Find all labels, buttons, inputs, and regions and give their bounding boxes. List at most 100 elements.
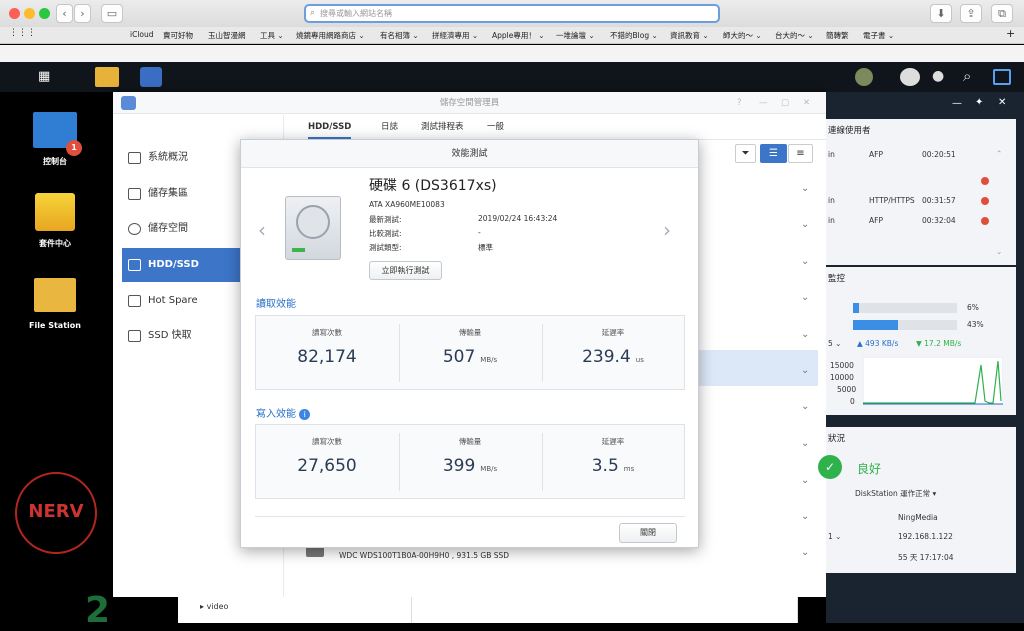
resource-monitor-widget: 監控 6% 43% 5 ⌄ ▲ 493 KB/s ▼ 17.2 MB/s 150… (826, 267, 1016, 415)
close-window-button[interactable] (9, 8, 20, 19)
resource-monitor-icon[interactable] (855, 68, 873, 86)
chevron-down-icon[interactable]: ⌄ (801, 511, 809, 522)
disconnect-icon[interactable] (981, 197, 989, 205)
lan-selector[interactable]: 1 ⌄ (828, 532, 841, 541)
chevron-down-icon[interactable]: ⌄ (801, 183, 809, 194)
widgets-icon[interactable] (993, 69, 1011, 85)
bookmark[interactable]: 資訊教育 ⌄ (670, 30, 709, 41)
file-station-taskbar-icon[interactable] (95, 67, 119, 87)
help-icon[interactable]: ? (737, 92, 742, 114)
tab-general[interactable]: 一般 (487, 115, 504, 139)
user-icon[interactable]: ● (932, 68, 944, 84)
tab-hdd-ssd[interactable]: HDD/SSD (308, 115, 352, 139)
close-widget-icon[interactable]: ✕ (998, 97, 1006, 108)
bookmark[interactable]: 台大的～ ⌄ (775, 30, 814, 41)
bookmark[interactable]: 一堆論壇 ⌄ (556, 30, 595, 41)
storage-manager-app-icon (121, 96, 136, 110)
chevron-down-icon[interactable]: ⌄ (801, 292, 809, 303)
maximize-icon[interactable]: ▢ (781, 92, 789, 114)
health-description[interactable]: DiskStation 運作正常 ▾ (855, 488, 936, 499)
desktop-icon-file-station[interactable]: File Station (15, 278, 95, 330)
wallpaper-logo: NERV (15, 472, 97, 554)
dsm-taskbar: ▦ ● ⌕ (0, 62, 1024, 92)
storage-manager-taskbar-icon[interactable] (140, 67, 162, 87)
sidebar-item-label: HDD/SSD (148, 259, 199, 270)
search-icon[interactable]: ⌕ (963, 67, 971, 85)
bookmark[interactable]: iCloud (130, 30, 154, 39)
desktop-icon-package-center[interactable]: 套件中心 (20, 193, 90, 249)
sidebar-item-overview[interactable]: 系統概況 (122, 141, 241, 175)
read-throughput: 傳輸量 507 MB/s (399, 316, 541, 389)
disconnect-icon[interactable] (981, 177, 989, 185)
chevron-down-icon[interactable]: ⌄ (801, 365, 809, 376)
minimize-window-button[interactable] (24, 8, 35, 19)
chevron-down-icon[interactable]: ⌄ (801, 438, 809, 449)
chevron-left-icon[interactable]: ‹ (258, 218, 266, 242)
share-button[interactable]: ⇪ (960, 4, 982, 23)
chevron-down-icon[interactable]: ⌄ (801, 219, 809, 230)
bookmark[interactable]: 玉山智漫網 (208, 30, 246, 41)
scroll-down-icon[interactable]: ⌄ (996, 247, 1002, 256)
stat-value: 399 (442, 456, 476, 476)
field-value: - (478, 228, 481, 237)
widget-title: 連線使用者 (828, 126, 871, 136)
disk-description: WDC WDS100T1B0A-00H9H0 , 931.5 GB SSD (339, 551, 510, 560)
bookmark[interactable]: 拼經濟專用 ⌄ (432, 30, 478, 41)
chevron-down-icon[interactable]: ⌄ (801, 401, 809, 412)
downloads-button[interactable]: ⬇ (930, 4, 952, 23)
close-icon[interactable]: ✕ (803, 92, 810, 114)
sidebar-item-hot-spare[interactable]: Hot Spare (122, 284, 241, 318)
bookmark[interactable]: 簡轉繁 (826, 30, 849, 41)
bookmark[interactable]: 賣可好物 (163, 30, 193, 41)
minimize-icon[interactable]: — (759, 92, 768, 114)
tab-test-schedule[interactable]: 測試排程表 (421, 115, 464, 139)
desktop-icon-control-panel[interactable]: 1 控制台 (20, 112, 90, 167)
chevron-right-icon[interactable]: › (663, 218, 671, 242)
bookmark[interactable]: 不錯的Blog ⌄ (610, 30, 658, 41)
field-value: 標準 (478, 243, 493, 252)
main-menu-icon[interactable]: ▦ (38, 69, 50, 84)
tab-log[interactable]: 日誌 (381, 115, 398, 139)
sidebar-item-hdd-ssd[interactable]: HDD/SSD (122, 248, 241, 282)
tabs-button[interactable]: ⧉ (991, 4, 1013, 23)
filter-icon[interactable]: ⏷ (735, 144, 756, 163)
chevron-down-icon[interactable]: ⌄ (801, 475, 809, 486)
info-icon[interactable]: i (299, 408, 311, 420)
tree-item[interactable]: ▸ video (200, 602, 228, 611)
notifications-icon[interactable] (900, 68, 920, 86)
address-bar[interactable]: ⌕ 搜尋或輸入網站名稱 (304, 4, 720, 23)
bookmark[interactable]: 工具 ⌄ (260, 30, 284, 41)
disconnect-icon[interactable] (981, 217, 989, 225)
minimize-widget-icon[interactable]: — (952, 98, 962, 109)
bookmark[interactable]: 有名相簿 ⌄ (380, 30, 419, 41)
chevron-down-icon[interactable]: ⌄ (801, 329, 809, 340)
zoom-window-button[interactable] (39, 8, 50, 19)
scroll-up-icon[interactable]: ⌃ (996, 149, 1002, 158)
bookmark[interactable]: Apple專用！ ⌄ (492, 30, 545, 41)
close-button[interactable]: 關閉 (619, 523, 677, 543)
bookmark[interactable]: 燒鏡專用網路商店 ⌄ (296, 30, 365, 41)
read-iops: 讀寫次數 82,174 (256, 316, 398, 389)
sidebar-item-volume[interactable]: 儲存空間 (122, 212, 241, 246)
network-selector[interactable]: 5 ⌄ (828, 339, 841, 348)
sidebar-toggle-button[interactable]: ▭ (101, 4, 123, 23)
y-tick-label: 15000 (830, 361, 854, 370)
grid-icon[interactable]: ⋮⋮⋮ (9, 28, 36, 38)
back-button[interactable]: ‹ (56, 4, 73, 23)
stat-label: 傳輸量 (458, 437, 482, 446)
selected-disk-row[interactable] (698, 350, 818, 386)
run-test-button[interactable]: 立即執行測試 (369, 261, 442, 280)
sidebar-item-ssd-cache[interactable]: SSD 快取 (122, 319, 241, 353)
add-tab-icon[interactable]: + (1006, 27, 1015, 40)
bookmark[interactable]: 電子書 ⌄ (863, 30, 894, 41)
sidebar-item-storage-pool[interactable]: 儲存集區 (122, 177, 241, 211)
volume-icon (128, 223, 141, 235)
detail-view-icon[interactable]: ☰ (760, 144, 787, 163)
list-view-icon[interactable]: ≡ (788, 144, 813, 163)
network-graph (863, 357, 1003, 405)
forward-button[interactable]: › (74, 4, 91, 23)
bookmark[interactable]: 師大的～ ⌄ (723, 30, 762, 41)
chevron-down-icon[interactable]: ⌄ (801, 547, 809, 558)
chevron-down-icon[interactable]: ⌄ (801, 256, 809, 267)
pin-icon[interactable]: ✦ (975, 97, 983, 108)
